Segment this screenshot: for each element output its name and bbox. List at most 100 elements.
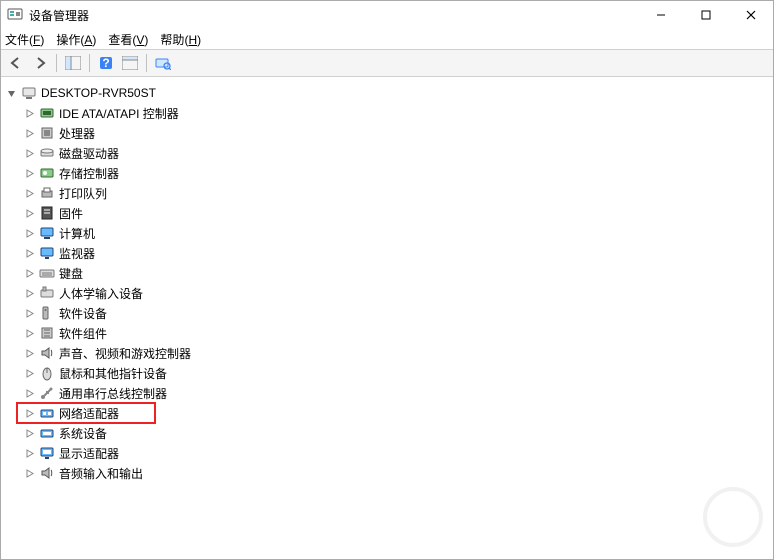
tree-item-label: 计算机 bbox=[59, 225, 95, 242]
back-button[interactable] bbox=[5, 52, 27, 74]
usb-icon bbox=[39, 385, 55, 401]
menu-file[interactable]: 文件(F) bbox=[5, 31, 44, 48]
tree-item-computer[interactable]: 计算机 bbox=[1, 223, 773, 243]
forward-button[interactable] bbox=[29, 52, 51, 74]
tree-item-monitor[interactable]: 监视器 bbox=[1, 243, 773, 263]
tree-item-label: 存储控制器 bbox=[59, 165, 119, 182]
chevron-right-icon[interactable] bbox=[23, 247, 35, 259]
chevron-right-icon[interactable] bbox=[23, 227, 35, 239]
computer-icon bbox=[21, 85, 37, 101]
tree-item-firmware[interactable]: 固件 bbox=[1, 203, 773, 223]
tree-item-storage[interactable]: 存储控制器 bbox=[1, 163, 773, 183]
maximize-button[interactable] bbox=[683, 1, 728, 29]
tree-item-label: 网络适配器 bbox=[59, 405, 119, 422]
chevron-right-icon[interactable] bbox=[23, 147, 35, 159]
chevron-right-icon[interactable] bbox=[23, 107, 35, 119]
tree-item-audioio[interactable]: 音频输入和输出 bbox=[1, 463, 773, 483]
storage-icon bbox=[39, 165, 55, 181]
window-controls bbox=[638, 1, 773, 29]
tree-root[interactable]: DESKTOP-RVR50ST bbox=[1, 83, 773, 103]
tree-item-disk[interactable]: 磁盘驱动器 bbox=[1, 143, 773, 163]
chevron-right-icon[interactable] bbox=[23, 387, 35, 399]
show-hide-tree-button[interactable] bbox=[62, 52, 84, 74]
tree-item-ide[interactable]: IDE ATA/ATAPI 控制器 bbox=[1, 103, 773, 123]
scan-hardware-button[interactable] bbox=[152, 52, 174, 74]
tree-item-swcomponent[interactable]: 软件组件 bbox=[1, 323, 773, 343]
tree-item-label: 监视器 bbox=[59, 245, 95, 262]
toolbar-separator bbox=[56, 54, 57, 72]
menu-action[interactable]: 操作(A) bbox=[56, 31, 96, 48]
printer-icon bbox=[39, 185, 55, 201]
network-icon bbox=[39, 405, 55, 421]
chevron-right-icon[interactable] bbox=[23, 287, 35, 299]
tree-item-label: 磁盘驱动器 bbox=[59, 145, 119, 162]
chevron-right-icon[interactable] bbox=[23, 127, 35, 139]
sound-icon bbox=[39, 465, 55, 481]
tree-area[interactable]: DESKTOP-RVR50ST IDE ATA/ATAPI 控制器处理器磁盘驱动… bbox=[1, 79, 773, 559]
titlebar: 设备管理器 bbox=[1, 1, 773, 29]
system-icon bbox=[39, 425, 55, 441]
hid-icon bbox=[39, 285, 55, 301]
tree-item-hid[interactable]: 人体学输入设备 bbox=[1, 283, 773, 303]
sound-icon bbox=[39, 345, 55, 361]
tree-item-usb[interactable]: 通用串行总线控制器 bbox=[1, 383, 773, 403]
watermark bbox=[703, 487, 763, 549]
firmware-icon bbox=[39, 205, 55, 221]
chevron-right-icon[interactable] bbox=[23, 367, 35, 379]
chevron-right-icon[interactable] bbox=[23, 167, 35, 179]
chevron-right-icon[interactable] bbox=[23, 407, 35, 419]
help-button[interactable]: ? bbox=[95, 52, 117, 74]
toolbar: ? bbox=[1, 49, 773, 77]
menu-help[interactable]: 帮助(H) bbox=[160, 31, 201, 48]
ide-icon bbox=[39, 105, 55, 121]
tree-item-label: 声音、视频和游戏控制器 bbox=[59, 345, 191, 362]
tree-item-keyboard[interactable]: 键盘 bbox=[1, 263, 773, 283]
monitor-icon bbox=[39, 245, 55, 261]
close-button[interactable] bbox=[728, 1, 773, 29]
tree-item-label: 软件设备 bbox=[59, 305, 107, 322]
tree-item-label: 打印队列 bbox=[59, 185, 107, 202]
tree-item-printqueue[interactable]: 打印队列 bbox=[1, 183, 773, 203]
mouse-icon bbox=[39, 365, 55, 381]
tree-item-label: 音频输入和输出 bbox=[59, 465, 143, 482]
tree-item-sound[interactable]: 声音、视频和游戏控制器 bbox=[1, 343, 773, 363]
chevron-right-icon[interactable] bbox=[23, 187, 35, 199]
chevron-right-icon[interactable] bbox=[23, 207, 35, 219]
chevron-right-icon[interactable] bbox=[23, 447, 35, 459]
chevron-right-icon[interactable] bbox=[23, 467, 35, 479]
chip-icon bbox=[39, 125, 55, 141]
tree-item-label: 处理器 bbox=[59, 125, 95, 142]
tree-item-label: IDE ATA/ATAPI 控制器 bbox=[59, 105, 179, 122]
tree-item-label: 通用串行总线控制器 bbox=[59, 385, 167, 402]
tree-item-swdevice[interactable]: 软件设备 bbox=[1, 303, 773, 323]
chevron-right-icon[interactable] bbox=[23, 307, 35, 319]
chevron-right-icon[interactable] bbox=[23, 327, 35, 339]
tree-item-label: 键盘 bbox=[59, 265, 83, 282]
properties-button[interactable] bbox=[119, 52, 141, 74]
app-icon bbox=[7, 7, 23, 23]
tree-item-processor[interactable]: 处理器 bbox=[1, 123, 773, 143]
swcomp-icon bbox=[39, 325, 55, 341]
window-title: 设备管理器 bbox=[29, 7, 638, 24]
menu-view[interactable]: 查看(V) bbox=[108, 31, 148, 48]
tree-item-network[interactable]: 网络适配器 bbox=[1, 403, 773, 423]
tree-item-label: 鼠标和其他指针设备 bbox=[59, 365, 167, 382]
toolbar-separator bbox=[146, 54, 147, 72]
menubar: 文件(F) 操作(A) 查看(V) 帮助(H) bbox=[1, 29, 773, 49]
tree-item-display[interactable]: 显示适配器 bbox=[1, 443, 773, 463]
chevron-right-icon[interactable] bbox=[23, 427, 35, 439]
chevron-down-icon[interactable] bbox=[5, 87, 17, 99]
disk-icon bbox=[39, 145, 55, 161]
chevron-right-icon[interactable] bbox=[23, 267, 35, 279]
chevron-right-icon[interactable] bbox=[23, 347, 35, 359]
svg-text:?: ? bbox=[102, 56, 109, 70]
tree-item-label: 软件组件 bbox=[59, 325, 107, 342]
minimize-button[interactable] bbox=[638, 1, 683, 29]
keyboard-icon bbox=[39, 265, 55, 281]
tree-item-label: 显示适配器 bbox=[59, 445, 119, 462]
tree-item-system[interactable]: 系统设备 bbox=[1, 423, 773, 443]
tree-item-mouse[interactable]: 鼠标和其他指针设备 bbox=[1, 363, 773, 383]
tree-root-label: DESKTOP-RVR50ST bbox=[41, 86, 156, 100]
tree-item-label: 系统设备 bbox=[59, 425, 107, 442]
computer-icon bbox=[39, 225, 55, 241]
